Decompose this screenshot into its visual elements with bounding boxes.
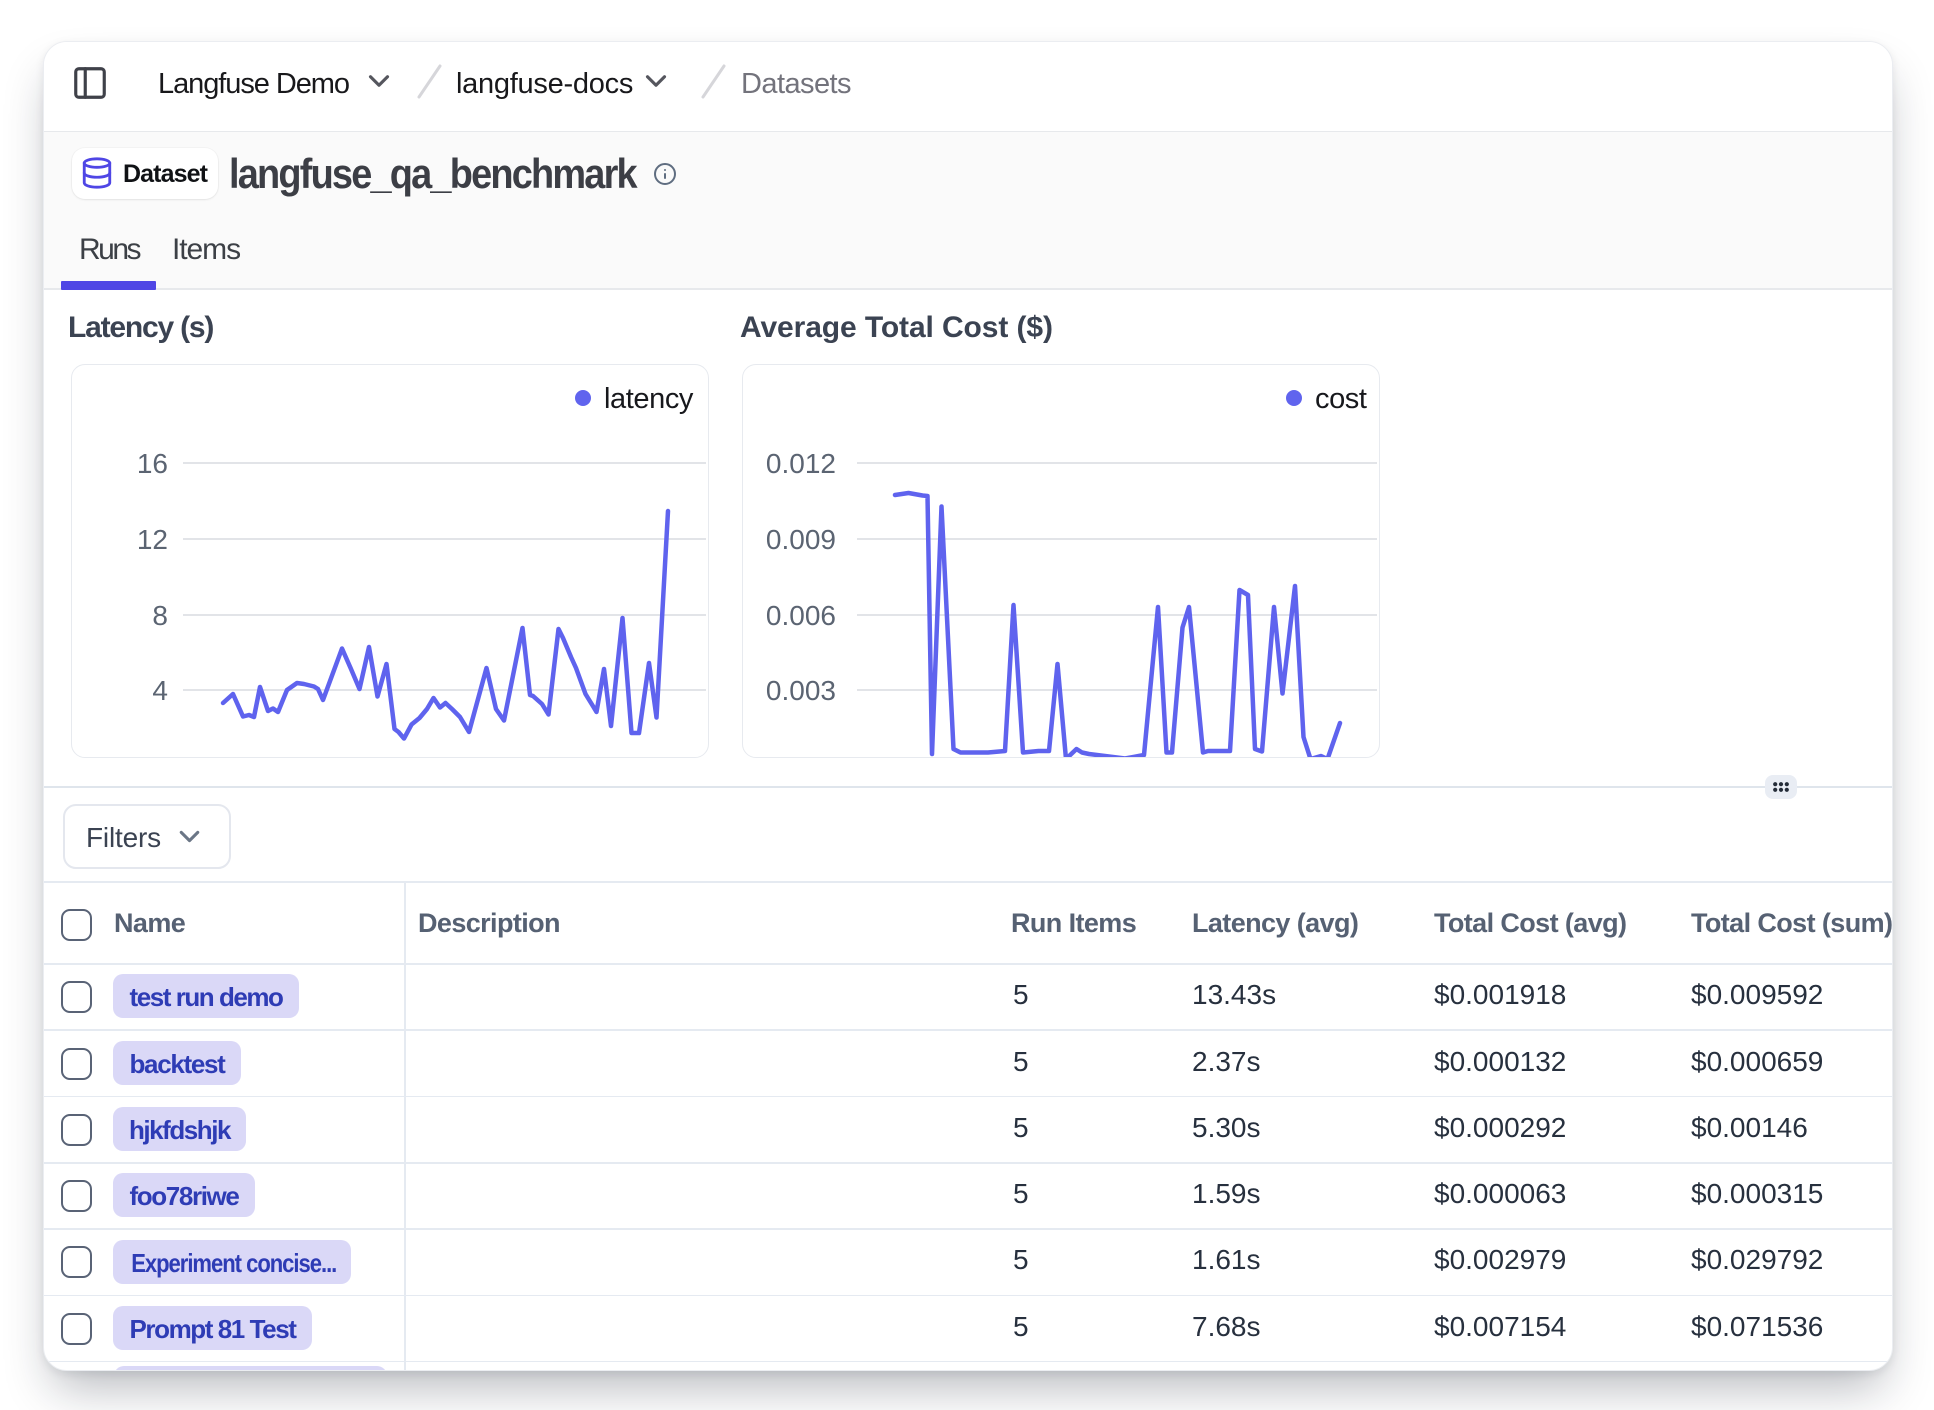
svg-text:0.012: 0.012 [766, 448, 836, 479]
svg-text:0.006: 0.006 [766, 600, 836, 631]
svg-text:4: 4 [152, 675, 168, 706]
svg-text:8: 8 [152, 600, 168, 631]
svg-text:0.003: 0.003 [766, 675, 836, 706]
svg-text:0.009: 0.009 [766, 524, 836, 555]
svg-text:16: 16 [137, 448, 168, 479]
svg-text:12: 12 [137, 524, 168, 555]
